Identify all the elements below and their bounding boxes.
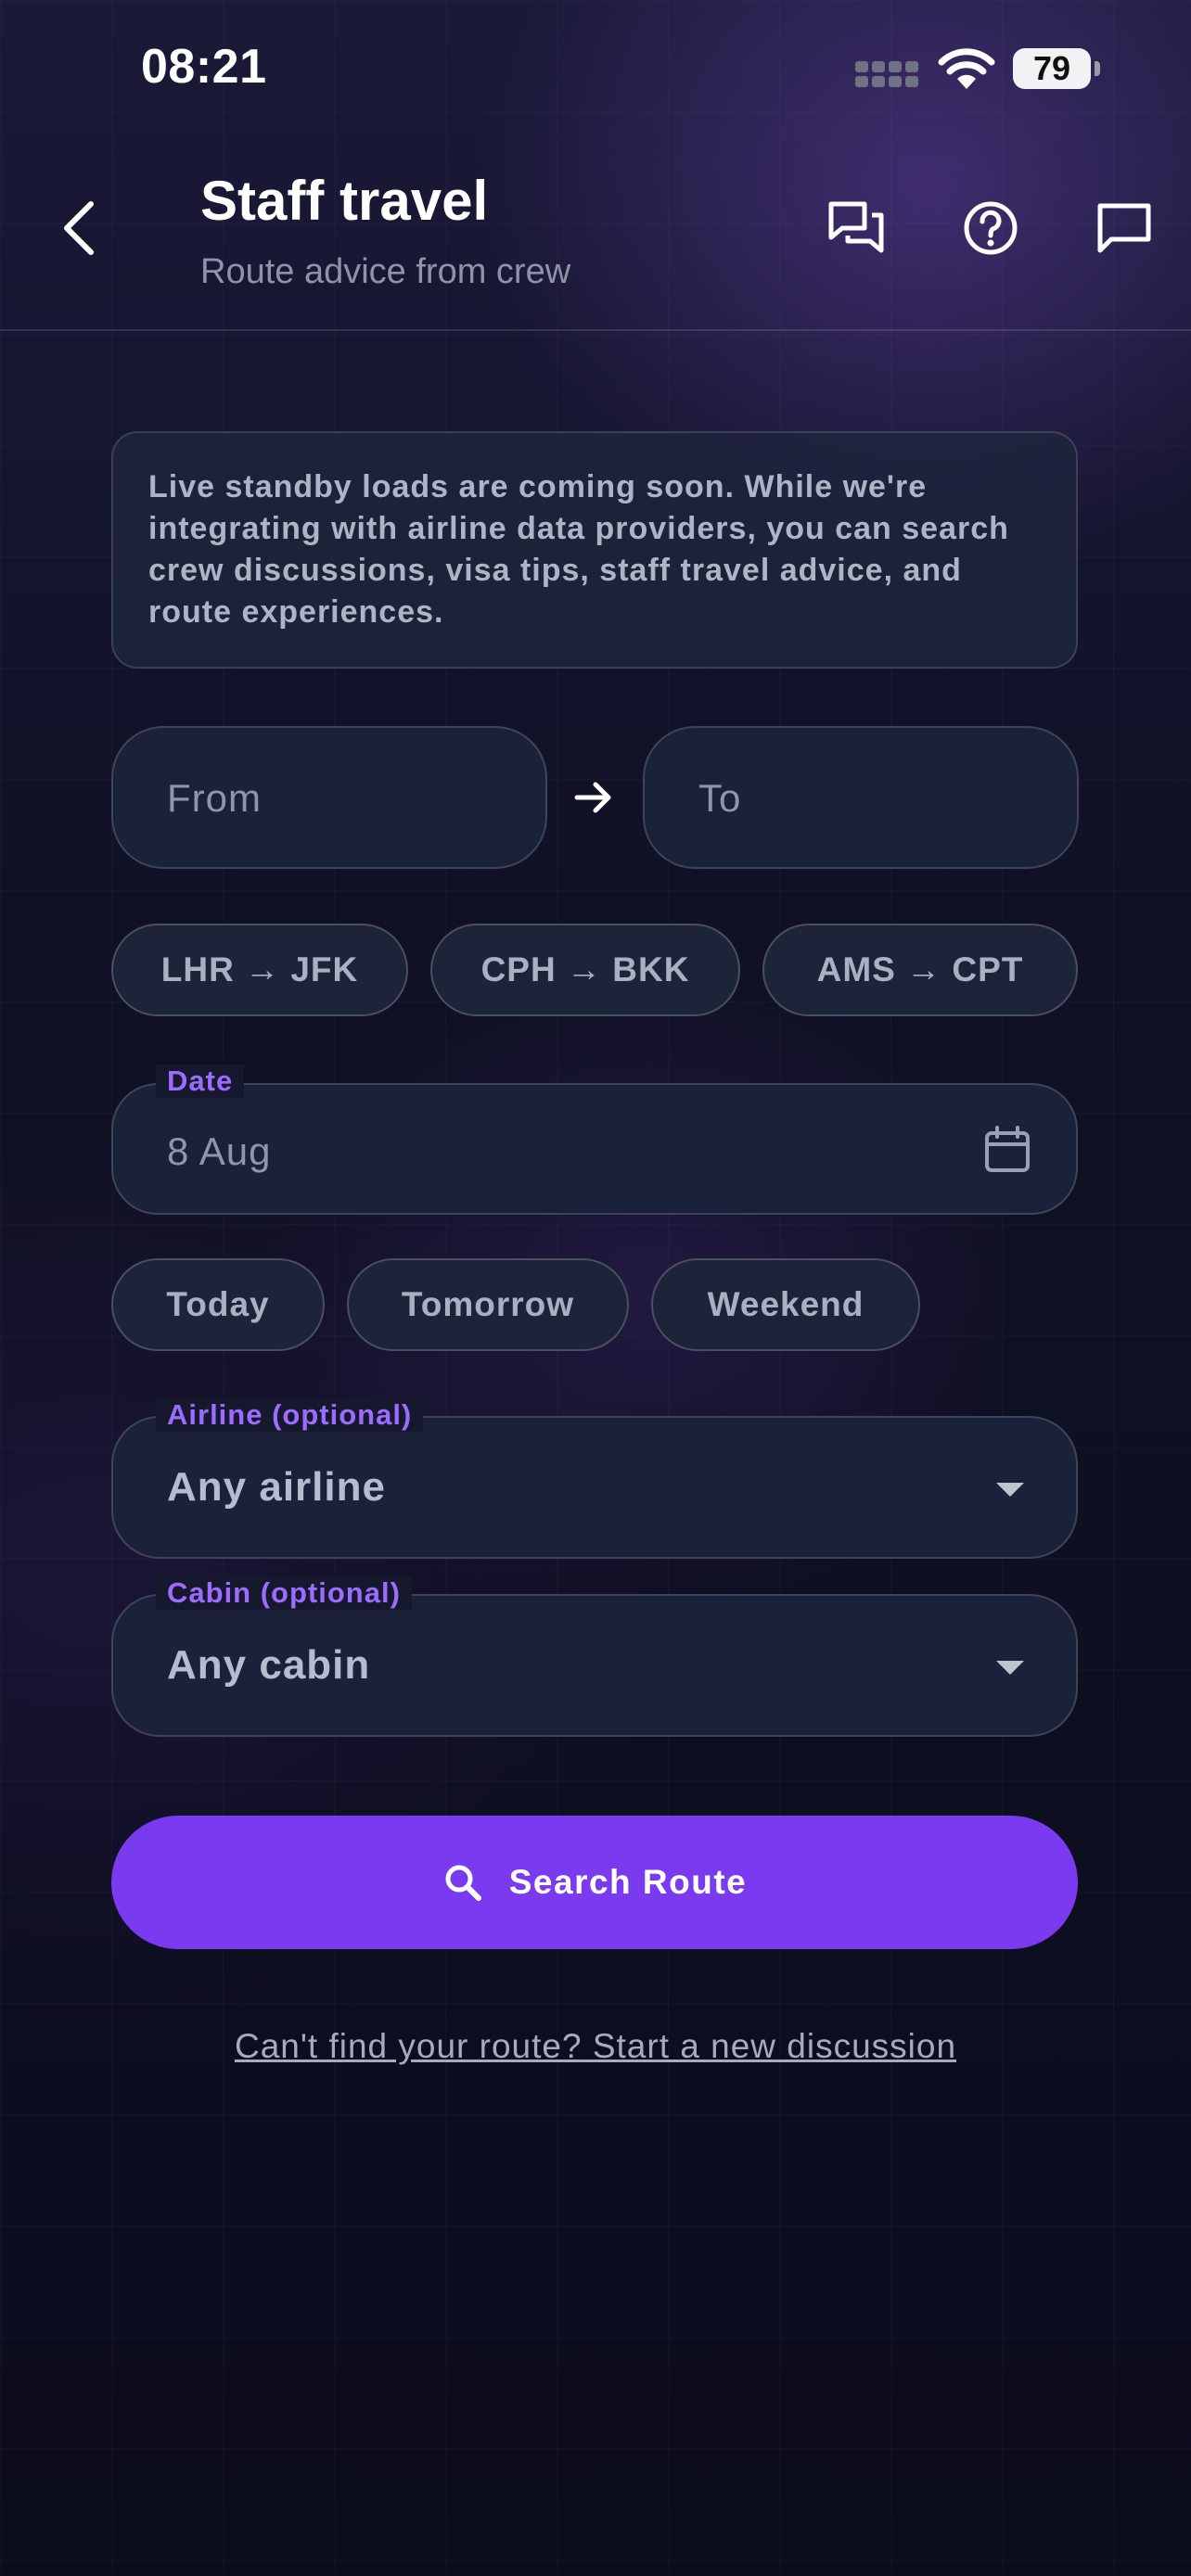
airline-select[interactable]: Any airline xyxy=(111,1416,1078,1559)
route-chip-cph-bkk[interactable]: CPH → BKK xyxy=(430,924,740,1016)
cabin-select[interactable]: Any cabin xyxy=(111,1594,1078,1737)
date-chip-tomorrow[interactable]: Tomorrow xyxy=(347,1258,629,1351)
airline-label: Airline (optional) xyxy=(156,1398,424,1432)
battery-tip xyxy=(1095,61,1100,76)
date-field[interactable]: 8 Aug xyxy=(111,1083,1078,1215)
status-time: 08:21 xyxy=(141,40,267,94)
calendar-icon[interactable] xyxy=(981,1124,1033,1176)
new-discussion-link[interactable]: Can't find your route? Start a new discu… xyxy=(0,2027,1191,2066)
battery-indicator: 79 xyxy=(1013,48,1091,89)
status-bar: 08:21 79 xyxy=(0,0,1191,139)
help-icon[interactable] xyxy=(957,195,1024,261)
chat-icon[interactable] xyxy=(1091,195,1158,261)
page-subtitle: Route advice from crew xyxy=(200,252,571,291)
battery-level: 79 xyxy=(1032,49,1071,87)
chevron-down-icon xyxy=(996,1483,1024,1497)
route-chip-ams-cpt[interactable]: AMS → CPT xyxy=(762,924,1078,1016)
date-chip-weekend[interactable]: Weekend xyxy=(651,1258,920,1351)
route-chip-lhr-jfk[interactable]: LHR → JFK xyxy=(111,924,408,1016)
wifi-icon xyxy=(938,48,995,89)
from-placeholder: From xyxy=(167,776,262,820)
search-route-button[interactable]: Search Route xyxy=(111,1816,1078,1949)
back-icon[interactable] xyxy=(54,195,106,261)
header-divider xyxy=(0,329,1191,331)
forum-icon[interactable] xyxy=(824,195,890,261)
cabin-label: Cabin (optional) xyxy=(156,1576,412,1610)
airline-value: Any airline xyxy=(167,1464,386,1510)
date-value: 8 Aug xyxy=(167,1129,272,1173)
cabin-value: Any cabin xyxy=(167,1642,371,1688)
chevron-down-icon xyxy=(996,1661,1024,1675)
to-placeholder: To xyxy=(698,776,742,820)
cellular-signal-icon xyxy=(855,61,920,91)
from-input[interactable]: From xyxy=(111,726,547,869)
search-route-label: Search Route xyxy=(508,1863,748,1901)
coming-soon-notice: Live standby loads are coming soon. Whil… xyxy=(111,431,1078,669)
page-title: Staff travel xyxy=(200,170,489,232)
date-label: Date xyxy=(156,1065,245,1098)
to-input[interactable]: To xyxy=(643,726,1079,869)
arrow-right-icon xyxy=(574,782,611,813)
search-icon xyxy=(445,1865,481,1901)
date-chip-today[interactable]: Today xyxy=(111,1258,325,1351)
